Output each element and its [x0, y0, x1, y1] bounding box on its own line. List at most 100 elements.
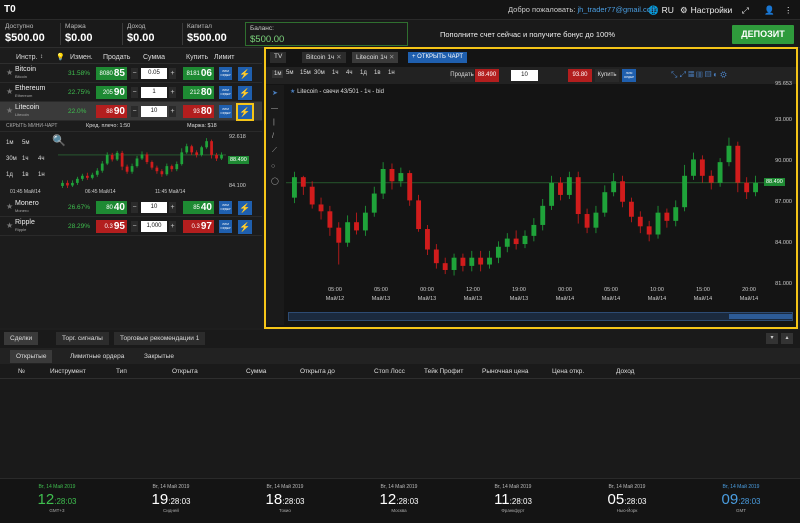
mini-timeframe-3[interactable]: 1ч — [22, 156, 28, 162]
orders-col-10[interactable]: Доход — [616, 368, 634, 375]
timeframe-7[interactable]: 1в — [374, 70, 381, 76]
deposit-button[interactable]: ДЕПОЗИТ — [732, 25, 794, 44]
chart-sell-price[interactable]: 88.490 — [475, 69, 499, 82]
decrement-button[interactable]: − — [131, 202, 138, 213]
flash-icon[interactable]: ⚡ — [238, 201, 252, 215]
orders-subtab-1[interactable]: Лимитные ордера — [64, 350, 131, 363]
more-icon[interactable]: ⋮ — [784, 3, 793, 17]
sell-price-button[interactable]: 8080 85 — [96, 67, 127, 80]
hide-mini-chart-link[interactable]: СКРЫТЬ МИНИ-ЧАРТ — [6, 123, 57, 129]
timeframe-4[interactable]: 1ч — [332, 70, 338, 76]
orders-col-0[interactable]: № — [18, 368, 25, 375]
increment-button[interactable]: + — [169, 221, 176, 232]
amount-input[interactable]: 10 — [141, 202, 167, 213]
ellipse-icon[interactable]: ◯ — [271, 177, 279, 185]
amount-input[interactable]: 1,000 — [141, 221, 167, 232]
timeframe-2[interactable]: 15м — [300, 70, 311, 76]
chart-tab-1[interactable]: Bitcoin 1ч ✕ — [302, 52, 346, 63]
orders-tab-1[interactable]: Торг. сигналы — [56, 332, 109, 345]
star-icon[interactable]: ★ — [6, 202, 13, 211]
circle-icon[interactable]: ○ — [271, 163, 275, 170]
cursor-icon[interactable]: ➤ — [272, 89, 278, 97]
amount-input[interactable]: 10 — [141, 106, 167, 117]
limit-order-button[interactable]: ЛИМ ОРДЕР — [219, 105, 232, 118]
chart-amount-input[interactable]: 10 — [511, 70, 538, 81]
orders-col-9[interactable]: Цена откр. — [552, 368, 584, 375]
increment-button[interactable]: + — [169, 87, 176, 98]
mini-timeframe-1[interactable]: 5м — [22, 140, 29, 146]
lightbulb-icon[interactable]: 💡 — [56, 53, 65, 61]
star-icon[interactable]: ★ — [6, 106, 13, 115]
buy-price-button[interactable]: 85 40 — [183, 201, 214, 214]
chart-tool-icons[interactable]: ⤡ ⤢ ▦ ▥ ▨ ◐ ⚙ — [671, 70, 727, 80]
orders-tab-0[interactable]: Сделки — [4, 332, 39, 345]
expand-icon[interactable]: ▴ — [781, 333, 793, 344]
orders-col-5[interactable]: Открыта до — [300, 368, 335, 375]
sort-icon[interactable]: ↕ — [40, 54, 43, 60]
star-icon[interactable]: ★ — [6, 221, 13, 230]
timeframe-0[interactable]: 1м — [272, 70, 284, 78]
orders-col-1[interactable]: Инструмент — [50, 368, 86, 375]
chart-sell-button[interactable]: Продать — [450, 69, 474, 82]
watchlist-row[interactable]: ★ Bitcoin Bitcoin 31.58% 8080 85−0.05 +8181 06 Л… — [0, 64, 262, 83]
trendline-icon[interactable]: / — [272, 133, 274, 140]
decrement-button[interactable]: − — [131, 87, 138, 98]
mini-timeframe-6[interactable]: 1в — [22, 172, 29, 178]
increment-button[interactable]: + — [169, 106, 176, 117]
sell-price-button[interactable]: 205 90 — [96, 86, 127, 99]
limit-order-button[interactable]: ЛИМ ОРДЕР — [219, 201, 232, 214]
settings-button[interactable]: ⚙ Настройки — [680, 3, 732, 17]
watchlist-row[interactable]: ★ Ethereum Ethereum 22.75% 205 90−1 +212 80 ЛИМ … — [0, 83, 262, 102]
sell-price-button[interactable]: 0.3 95 — [96, 220, 127, 233]
timeframe-1[interactable]: 5м — [286, 70, 293, 76]
timeframe-3[interactable]: 30м — [314, 70, 325, 76]
user-icon[interactable]: 👤 — [764, 3, 775, 17]
watchlist-row[interactable]: ★ Monero Monero 26.67% 80 40−10 +85 40 ЛИМ ОРДЕР… — [0, 198, 262, 217]
buy-price-button[interactable]: 93 80 — [183, 105, 214, 118]
flash-icon[interactable]: ⚡ — [238, 86, 252, 100]
language-selector[interactable]: 🌐 RU — [648, 3, 674, 17]
increment-button[interactable]: + — [169, 68, 176, 79]
collapse-icon[interactable]: ▾ — [766, 333, 778, 344]
orders-tab-2[interactable]: Торговые рекомендации 1 — [114, 332, 206, 345]
vertical-line-icon[interactable]: | — [273, 119, 275, 126]
buy-price-button[interactable]: 212 80 — [183, 86, 214, 99]
amount-input[interactable]: 0.05 — [141, 68, 167, 79]
user-email[interactable]: jh_trader77@gmail.com — [577, 5, 657, 14]
chart-buy-price[interactable]: 93.80 — [568, 69, 592, 82]
decrement-button[interactable]: − — [131, 106, 138, 117]
watchlist-row[interactable]: ★ Litecoin Litecoin 22.0% 88 90−10 +93 80 ЛИМ ОР… — [0, 102, 262, 121]
buy-price-button[interactable]: 8181 06 — [183, 67, 214, 80]
flash-icon[interactable]: ⚡ — [238, 67, 252, 81]
col-change[interactable]: Измен. — [70, 54, 93, 61]
limit-order-button[interactable]: ЛИМ ОРДЕР — [219, 86, 232, 99]
decrement-button[interactable]: − — [131, 221, 138, 232]
orders-col-3[interactable]: Открыта — [172, 368, 198, 375]
sell-price-button[interactable]: 88 90 — [96, 105, 127, 118]
timeframe-5[interactable]: 4ч — [346, 70, 352, 76]
orders-col-7[interactable]: Тейк Профит — [424, 368, 463, 375]
horizontal-line-icon[interactable]: — — [271, 105, 278, 112]
amount-input[interactable]: 1 — [141, 87, 167, 98]
chart-scrollbar[interactable] — [288, 312, 793, 321]
orders-subtab-0[interactable]: Открытые — [10, 350, 53, 363]
star-icon[interactable]: ★ — [6, 68, 13, 77]
orders-subtab-2[interactable]: Закрытые — [138, 350, 180, 363]
flash-icon[interactable]: ⚡ — [238, 220, 252, 234]
buy-price-button[interactable]: 0.3 97 — [183, 220, 214, 233]
open-chart-button[interactable]: + ОТКРЫТЬ ЧАРТ — [408, 52, 467, 63]
decrement-button[interactable]: − — [131, 68, 138, 79]
chart-tab-2[interactable]: Litecoin 1ч ✕ — [352, 52, 399, 63]
orders-col-8[interactable]: Рыночная цена — [482, 368, 528, 375]
orders-col-4[interactable]: Сумма — [246, 368, 266, 375]
mini-timeframe-5[interactable]: 1д — [6, 172, 13, 178]
chart-limit-order-button[interactable]: ЛИМ ОРДЕР — [622, 69, 636, 82]
mini-timeframe-4[interactable]: 4ч — [38, 156, 44, 162]
close-icon[interactable]: ✕ — [334, 54, 341, 61]
scrollbar-thumb[interactable] — [729, 314, 792, 319]
mini-timeframe-2[interactable]: 30м — [6, 156, 17, 162]
main-candles[interactable] — [286, 85, 764, 313]
star-icon[interactable]: ★ — [6, 87, 13, 96]
orders-col-6[interactable]: Стоп Лосс — [374, 368, 405, 375]
ray-icon[interactable]: ⟋ — [272, 147, 277, 155]
